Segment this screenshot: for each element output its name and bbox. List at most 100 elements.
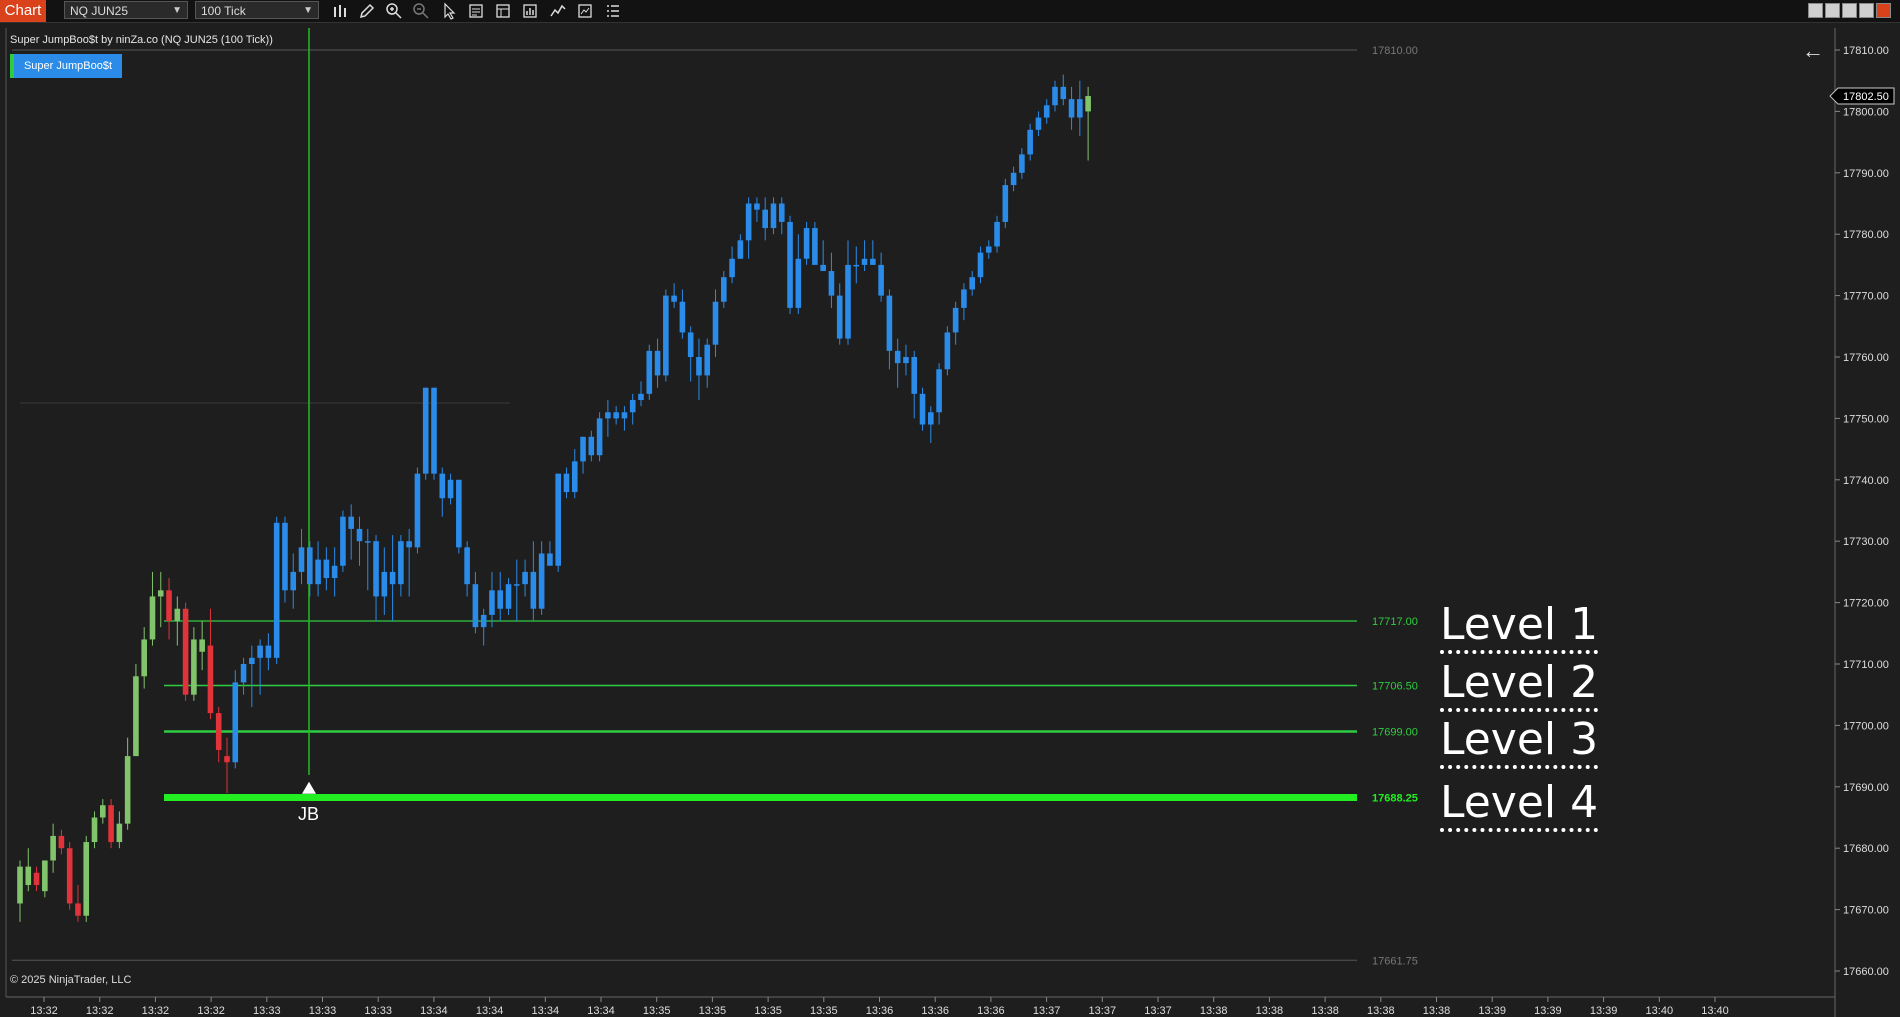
x-tick-label: 13:35 bbox=[643, 1005, 671, 1017]
candle-body bbox=[712, 301, 719, 345]
candle-body bbox=[638, 393, 644, 400]
candle-body bbox=[845, 264, 851, 339]
chart-tab[interactable]: Chart bbox=[0, 0, 46, 22]
properties-icon[interactable] bbox=[494, 2, 512, 20]
restore-button[interactable] bbox=[1859, 3, 1874, 18]
y-tick-label: 17780.00 bbox=[1843, 229, 1889, 241]
candle-body bbox=[298, 547, 305, 572]
x-tick-label: 13:35 bbox=[699, 1005, 727, 1017]
candle-body bbox=[894, 350, 901, 364]
back-arrow-icon[interactable]: ← bbox=[1802, 38, 1824, 64]
y-tick-label: 17810.00 bbox=[1843, 45, 1889, 57]
x-tick-label: 13:40 bbox=[1646, 1005, 1674, 1017]
bar-style-icon[interactable] bbox=[331, 2, 349, 20]
candle-body bbox=[282, 522, 288, 591]
candle-body bbox=[812, 228, 818, 265]
candle-body bbox=[903, 357, 909, 364]
candle-body bbox=[398, 541, 404, 585]
candle-body bbox=[588, 436, 595, 456]
y-tick-label: 17690.00 bbox=[1843, 782, 1889, 794]
candle-body bbox=[456, 479, 462, 548]
strategies-icon[interactable] bbox=[576, 2, 594, 20]
candle-body bbox=[406, 541, 412, 548]
chevron-down-icon: ▼ bbox=[303, 5, 313, 16]
candle-body bbox=[1019, 154, 1025, 173]
x-tick-label: 13:38 bbox=[1311, 1005, 1339, 1017]
zoom-out-icon[interactable] bbox=[412, 2, 430, 20]
x-tick-label: 13:39 bbox=[1478, 1005, 1506, 1017]
candle-body bbox=[514, 584, 520, 586]
candle-body bbox=[571, 461, 578, 493]
layout-button[interactable] bbox=[1808, 3, 1823, 18]
candle-body bbox=[141, 639, 147, 677]
last-price-label: 17802.50 bbox=[1843, 91, 1889, 103]
candle-body bbox=[861, 258, 868, 265]
candle-body bbox=[836, 295, 843, 339]
chart-trader-icon[interactable] bbox=[521, 2, 539, 20]
candle-body bbox=[50, 835, 56, 861]
interval-select[interactable]: 100 Tick ▼ bbox=[195, 1, 319, 19]
candle-body bbox=[505, 584, 512, 609]
chart-header: Super JumpBoo$t by ninZa.co (NQ JUN25 (1… bbox=[10, 34, 273, 46]
y-tick-label: 17660.00 bbox=[1843, 966, 1889, 978]
candle-body bbox=[828, 271, 835, 296]
level-1-annotation: Level 1 bbox=[1440, 600, 1599, 654]
candle-body bbox=[307, 547, 313, 585]
y-tick-label: 17800.00 bbox=[1843, 106, 1889, 118]
indicators-icon[interactable] bbox=[549, 2, 567, 20]
candle-body bbox=[191, 639, 197, 695]
candle-body bbox=[547, 553, 553, 566]
candle-body bbox=[621, 412, 628, 419]
list-icon[interactable] bbox=[604, 2, 622, 20]
pencil-icon[interactable] bbox=[358, 2, 376, 20]
candle-body bbox=[977, 252, 984, 278]
y-tick-label: 17730.00 bbox=[1843, 536, 1889, 548]
x-tick-label: 13:36 bbox=[977, 1005, 1005, 1017]
x-tick-label: 13:33 bbox=[364, 1005, 392, 1017]
candle-body bbox=[497, 590, 504, 609]
y-tick-label: 17790.00 bbox=[1843, 168, 1889, 180]
candle-body bbox=[224, 756, 230, 763]
candle-body bbox=[820, 264, 826, 272]
tile-button[interactable] bbox=[1825, 3, 1840, 18]
x-tick-label: 13:32 bbox=[142, 1005, 170, 1017]
candle-body bbox=[431, 387, 437, 474]
data-box-icon[interactable] bbox=[467, 2, 485, 20]
candle-body bbox=[754, 203, 760, 210]
candle-body bbox=[1043, 105, 1050, 118]
candle-body bbox=[961, 289, 967, 308]
minimize-button[interactable] bbox=[1842, 3, 1857, 18]
candle-body bbox=[66, 848, 73, 904]
candle-body bbox=[149, 596, 156, 640]
instrument-select[interactable]: NQ JUN25 ▼ bbox=[64, 1, 188, 19]
candle-body bbox=[795, 258, 802, 308]
pointer-icon[interactable] bbox=[440, 2, 458, 20]
candle-body bbox=[522, 571, 528, 585]
candle-body bbox=[596, 418, 603, 456]
x-tick-label: 13:36 bbox=[866, 1005, 894, 1017]
candle-body bbox=[116, 823, 123, 843]
zoom-in-icon[interactable] bbox=[385, 2, 403, 20]
candle-body bbox=[671, 295, 677, 302]
top-toolbar: Chart NQ JUN25 ▼ 100 Tick ▼ bbox=[0, 0, 1900, 23]
chevron-down-icon: ▼ bbox=[172, 5, 182, 16]
candle-body bbox=[704, 344, 711, 376]
x-tick-label: 13:34 bbox=[420, 1005, 448, 1017]
candle-body bbox=[1035, 117, 1042, 130]
x-tick-label: 13:34 bbox=[587, 1005, 615, 1017]
close-button[interactable] bbox=[1876, 3, 1891, 18]
x-tick-label: 13:39 bbox=[1534, 1005, 1562, 1017]
x-tick-label: 13:33 bbox=[309, 1005, 337, 1017]
y-tick-label: 17680.00 bbox=[1843, 843, 1889, 855]
candle-body bbox=[870, 258, 876, 265]
candle-body bbox=[174, 608, 181, 622]
x-tick-label: 13:38 bbox=[1423, 1005, 1451, 1017]
indicator-button[interactable]: Super JumpBoo$t bbox=[10, 54, 122, 78]
x-tick-label: 13:38 bbox=[1367, 1005, 1395, 1017]
candle-body bbox=[249, 657, 255, 664]
level-price-label: 17706.50 bbox=[1372, 680, 1418, 692]
candle-body bbox=[157, 590, 164, 597]
candle-body bbox=[381, 571, 388, 597]
candle-body bbox=[215, 713, 222, 750]
price-chart[interactable]: 17810.00 17800.00 17790.00 17780.00 17770.00… bbox=[0, 23, 1900, 1017]
